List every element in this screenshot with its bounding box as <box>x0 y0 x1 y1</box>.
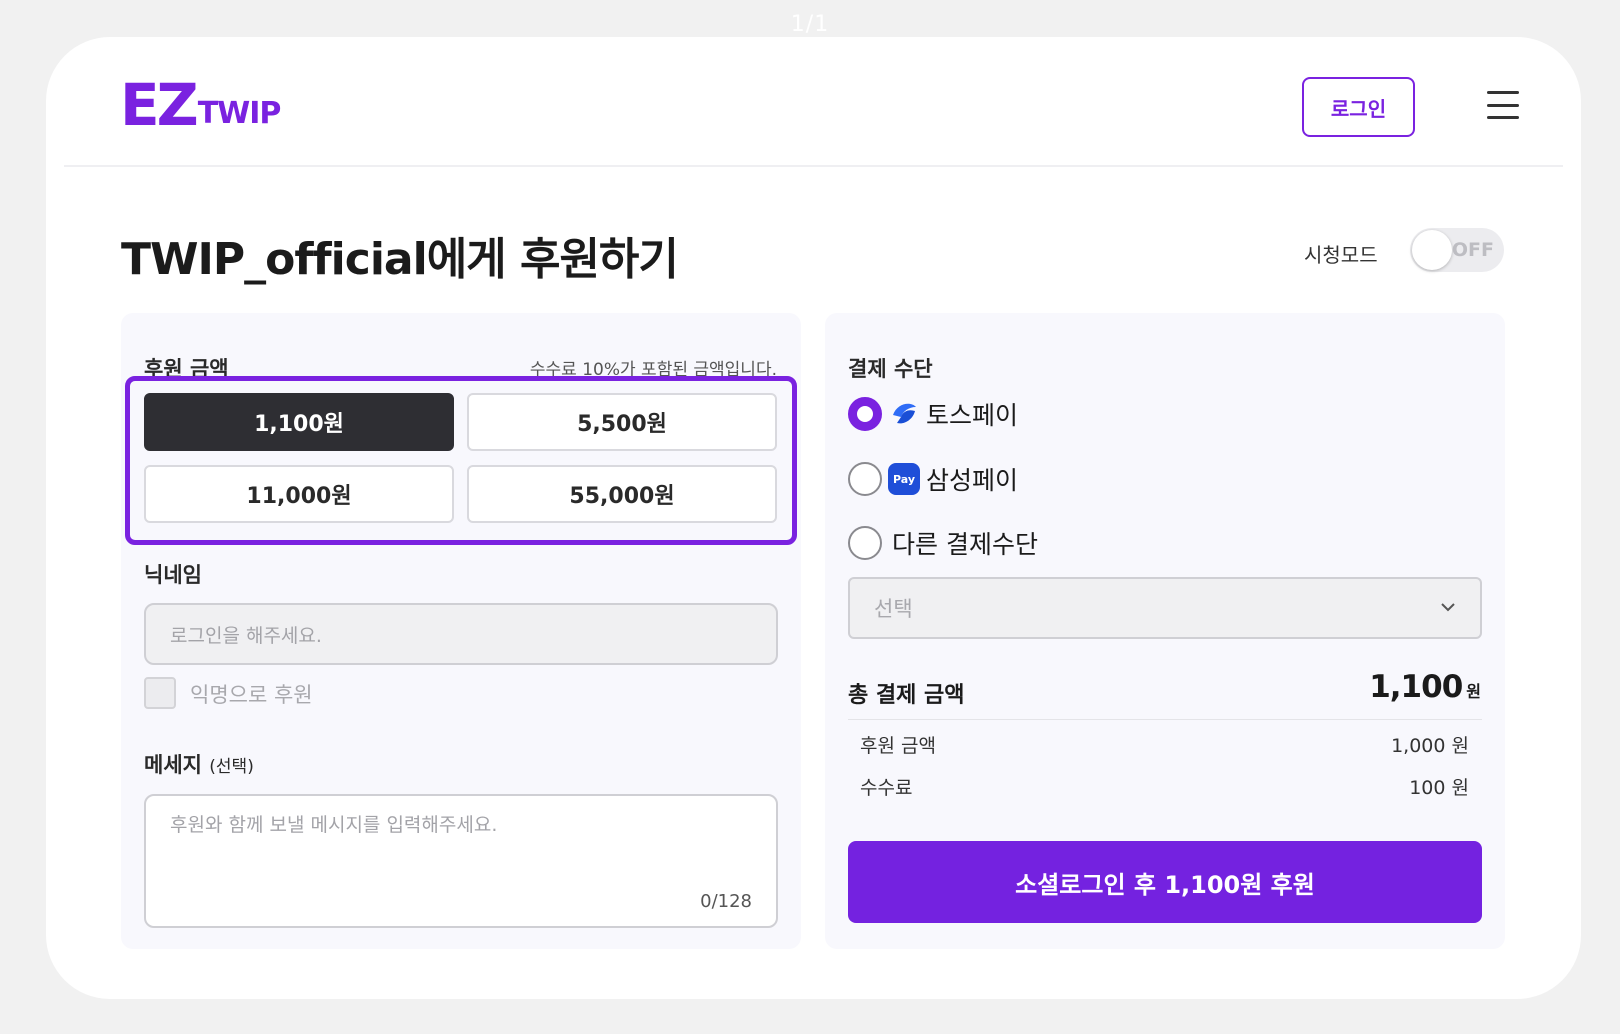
payment-option-samsung[interactable]: Pay 삼성페이 <box>848 461 1018 497</box>
payment-option-other[interactable]: 다른 결제수단 <box>848 525 1038 561</box>
toggle-knob <box>1412 230 1452 270</box>
header: EZ TWIP 로그인 <box>64 37 1563 167</box>
logo-ez: EZ <box>120 71 199 139</box>
radio-toss[interactable] <box>848 397 882 431</box>
total-value: 1,100 원 <box>1369 669 1481 705</box>
login-button[interactable]: 로그인 <box>1302 77 1415 137</box>
summary-value: 1,000 원 <box>1391 735 1469 757</box>
page-title: TWIP_official에게 후원하기 <box>121 234 679 285</box>
message-optional: (선택) <box>209 757 254 777</box>
amount-button-55000[interactable]: 55,000원 <box>467 465 777 523</box>
summary-label: 후원 금액 <box>860 735 936 757</box>
summary-label: 수수료 <box>860 777 913 799</box>
toss-icon <box>888 398 920 430</box>
amount-options: 1,100원 5,500원 11,000원 55,000원 <box>125 376 797 545</box>
viewer-mode-toggle[interactable]: OFF <box>1410 228 1504 272</box>
samsung-pay-icon: Pay <box>888 463 920 495</box>
divider <box>848 719 1482 720</box>
message-placeholder: 후원와 함께 보낼 메시지를 입력해주세요. <box>170 814 498 836</box>
amount-button-11000[interactable]: 11,000원 <box>144 465 454 523</box>
message-label-text: 메세지 <box>144 753 202 777</box>
summary-value: 100 원 <box>1409 777 1469 799</box>
donation-card: EZ TWIP 로그인 TWIP_official에게 후원하기 시청모드 OF… <box>46 37 1581 999</box>
anonymous-checkbox[interactable] <box>144 677 176 709</box>
payment-panel: 결제 수단 토스페이 Pay 삼성페이 다른 결제수단 선택 총 결제 금액 1… <box>825 313 1505 949</box>
char-count: 0/128 <box>700 891 752 912</box>
message-textarea[interactable]: 후원와 함께 보낼 메시지를 입력해주세요. 0/128 <box>144 794 778 928</box>
submit-donation-button[interactable]: 소셜로그인 후 1,100원 후원 <box>848 841 1482 923</box>
payment-select[interactable]: 선택 <box>848 577 1482 639</box>
amount-button-1100[interactable]: 1,100원 <box>144 393 454 451</box>
summary-row-fee: 수수료 100 원 <box>860 773 1469 800</box>
amount-button-5500[interactable]: 5,500원 <box>467 393 777 451</box>
toss-label: 토스페이 <box>926 401 1019 430</box>
total-label: 총 결제 금액 <box>848 683 965 708</box>
logo[interactable]: EZ TWIP <box>120 71 282 139</box>
select-placeholder: 선택 <box>874 597 913 621</box>
anonymous-label: 익명으로 후원 <box>190 683 313 707</box>
nickname-placeholder: 로그인을 해주세요. <box>170 624 322 647</box>
logo-twip: TWIP <box>197 96 282 131</box>
donation-form-panel: 후원 금액 수수료 10%가 포함된 금액입니다. 1,100원 5,500원 … <box>121 313 801 949</box>
toggle-state: OFF <box>1451 239 1494 261</box>
payment-option-toss[interactable]: 토스페이 <box>848 396 1018 432</box>
payment-label: 결제 수단 <box>848 357 933 381</box>
hamburger-menu-icon[interactable] <box>1487 91 1519 119</box>
summary-row-amount: 후원 금액 1,000 원 <box>860 731 1469 758</box>
nickname-input[interactable]: 로그인을 해주세요. <box>144 603 778 665</box>
viewer-mode-label: 시청모드 <box>1304 243 1378 267</box>
other-label: 다른 결제수단 <box>892 530 1038 559</box>
chevron-down-icon <box>1441 603 1455 612</box>
radio-other[interactable] <box>848 526 882 560</box>
samsung-label: 삼성페이 <box>926 466 1019 495</box>
nickname-label: 닉네임 <box>144 563 202 587</box>
total-unit: 원 <box>1466 682 1481 701</box>
message-label: 메세지 (선택) <box>144 749 254 779</box>
page-indicator: 1/1 <box>790 12 830 37</box>
total-amount: 1,100 <box>1369 669 1463 705</box>
radio-samsung[interactable] <box>848 462 882 496</box>
